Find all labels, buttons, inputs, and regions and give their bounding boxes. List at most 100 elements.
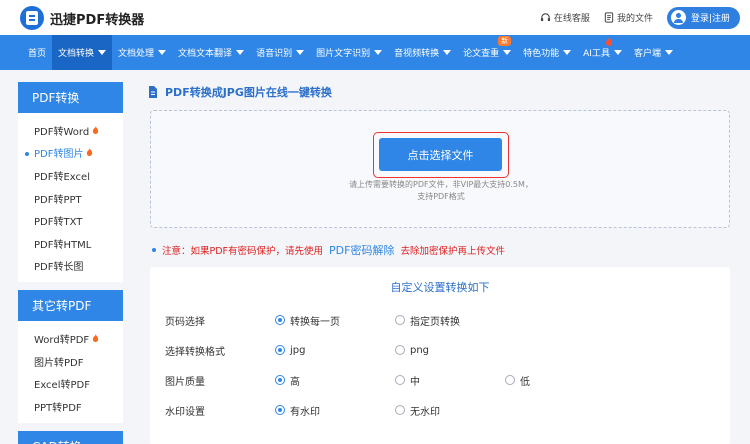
setting-label: 选择转换格式 [165,346,225,358]
nav-item-speech-recognition[interactable]: 语音识别 [250,35,310,70]
sidebar-item-label: PDF转图片 [34,149,84,161]
main-content: PDF转换成JPG图片在线一键转换 点击选择文件 请上传需要转换的PDF文件，非… [140,82,740,444]
nav-label: 首页 [28,49,47,59]
caret-down-icon [664,50,673,55]
setting-label: 页码选择 [165,316,205,328]
nav-item-client[interactable]: 客户端 [628,35,679,70]
sidebar-item-label: PDF转Word [34,126,90,138]
bullet-icon [152,248,156,252]
my-files-label: 我的文件 [616,14,653,24]
main-nav: 首页 文档转换 文档处理 文档文本翻译 语音识别 图片文字识别 音视频转换 论文… [0,35,750,70]
fire-icon [87,148,93,157]
nav-label: AI工具 [583,49,610,59]
radio-unselected-icon [395,345,405,355]
document-icon [149,86,157,98]
sidebar-item-pdf-to-long-image[interactable]: PDF转长图 [18,255,123,278]
upload-hint-line1: 请上传需要转换的PDF文件，非VIP最大支持0.5M， [349,180,533,189]
online-service-link[interactable]: 在线客服 [540,11,590,24]
nav-item-features[interactable]: 特色功能 [517,35,577,70]
select-file-highlight: 点击选择文件 [373,132,509,178]
nav-label: 语音识别 [256,49,293,59]
radio-label: 高 [290,376,300,388]
radio-label: jpg [290,344,306,356]
new-badge: 新 [498,36,512,46]
nav-item-image-ocr[interactable]: 图片文字识别 [310,35,388,70]
upload-dropzone[interactable]: 点击选择文件 请上传需要转换的PDF文件，非VIP最大支持0.5M， 支持PDF… [150,110,730,228]
caret-down-icon [443,50,452,55]
nav-label: 文档文本翻译 [178,49,233,59]
pdf-unlock-link[interactable]: PDF密码解除 [329,242,394,258]
sidebar-item-pdf-to-txt[interactable]: PDF转TXT [18,209,123,232]
radio-with-watermark[interactable]: 有水印 [275,403,320,418]
radio-unselected-icon [395,405,405,415]
conversion-settings-panel: 自定义设置转换如下 页码选择 转换每一页 指定页转换 选择转换格式 jpg pn… [150,267,730,444]
sidebar-item-label: 图片转PDF [34,357,84,369]
nav-item-home[interactable]: 首页 [22,35,52,70]
sidebar-item-pdf-to-html[interactable]: PDF转HTML [18,232,123,255]
upload-hint-line2: 支持PDF格式 [417,192,465,201]
nav-item-doc-translate[interactable]: 文档文本翻译 [172,35,250,70]
radio-quality-high[interactable]: 高 [275,373,300,388]
sidebar-item-image-to-pdf[interactable]: 图片转PDF [18,350,123,373]
caret-down-icon [98,50,107,55]
nav-label: 论文查重 [463,49,500,59]
notice-prefix: 注意：如果PDF有密码保护，请先使用 [162,246,324,257]
sidebar-item-excel-to-pdf[interactable]: Excel转PDF [18,372,123,395]
select-file-button[interactable]: 点击选择文件 [379,138,502,171]
radio-selected-icon [275,405,285,415]
sidebar-item-word-to-pdf[interactable]: Word转PDF [18,327,123,350]
sidebar-item-label: PDF转Excel [34,171,90,183]
setting-row-format: 选择转换格式 jpg png [165,342,725,358]
settings-title: 自定义设置转换如下 [390,281,490,294]
radio-label: png [410,344,430,356]
caret-down-icon [613,50,622,55]
radio-format-png[interactable]: png [395,345,429,356]
radio-unselected-icon [395,375,405,385]
caret-down-icon [236,50,245,55]
sidebar-item-label: PDF转TXT [34,217,83,229]
password-notice: 注意：如果PDF有密码保护，请先使用 PDF密码解除 去除加密保护再上传文件 [152,242,505,258]
radio-label: 无水印 [410,406,440,418]
sidebar-item-label: PDF转HTML [34,239,92,251]
notice-suffix: 去除加密保护再上传文件 [400,246,505,257]
nav-item-doc-convert[interactable]: 文档转换 [52,35,113,70]
radio-label: 指定页转换 [410,316,460,328]
setting-row-page-select: 页码选择 转换每一页 指定页转换 [165,312,725,328]
nav-label: 文档转换 [58,49,95,59]
sidebar-item-ppt-to-pdf[interactable]: PPT转PDF [18,395,123,418]
radio-label: 转换每一页 [290,316,340,328]
sidebar-item-label: PDF转PPT [34,194,82,206]
caret-down-icon [563,50,572,55]
sidebar: PDF转换 PDF转Word PDF转图片 PDF转Excel PDF转PPT … [18,82,123,444]
nav-label: 客户端 [633,49,661,59]
sidebar-item-pdf-to-excel[interactable]: PDF转Excel [18,164,123,187]
fire-icon [606,37,613,46]
sidebar-group-other-to-pdf: 其它转PDF [18,290,123,322]
radio-convert-specified-pages[interactable]: 指定页转换 [395,313,460,328]
site-logo[interactable]: 迅捷PDF转换器 [20,6,144,30]
sidebar-item-pdf-to-image[interactable]: PDF转图片 [18,142,123,165]
sidebar-item-label: PPT转PDF [34,402,82,414]
radio-quality-low[interactable]: 低 [505,373,530,388]
sidebar-group-pdf-convert: PDF转换 [18,82,123,113]
radio-convert-every-page[interactable]: 转换每一页 [275,313,340,328]
sidebar-item-pdf-to-ppt[interactable]: PDF转PPT [18,187,123,210]
nav-item-av-convert[interactable]: 音视频转换 [388,35,457,70]
radio-format-jpg[interactable]: jpg [275,345,305,356]
nav-label: 文档处理 [118,49,155,59]
nav-item-ai-tools[interactable]: AI工具 [577,35,628,70]
radio-label: 低 [520,376,530,388]
sidebar-item-pdf-to-word[interactable]: PDF转Word [18,119,123,142]
nav-item-paper-check[interactable]: 论文查重 新 [457,35,517,70]
my-files-link[interactable]: 我的文件 [604,11,653,24]
login-register-button[interactable]: 登录|注册 [666,6,740,29]
nav-item-doc-process[interactable]: 文档处理 [112,35,172,70]
sidebar-group-cad-convert: CAD转换 [18,430,123,444]
page-title-text: PDF转换成JPG图片在线一键转换 [165,86,332,99]
radio-selected-icon [275,375,285,385]
caret-down-icon [503,50,512,55]
radio-without-watermark[interactable]: 无水印 [395,403,440,418]
radio-quality-medium[interactable]: 中 [395,373,420,388]
sidebar-item-label: PDF转长图 [34,262,84,274]
top-header: 迅捷PDF转换器 在线客服 我的文件 登录|注册 [0,0,750,35]
